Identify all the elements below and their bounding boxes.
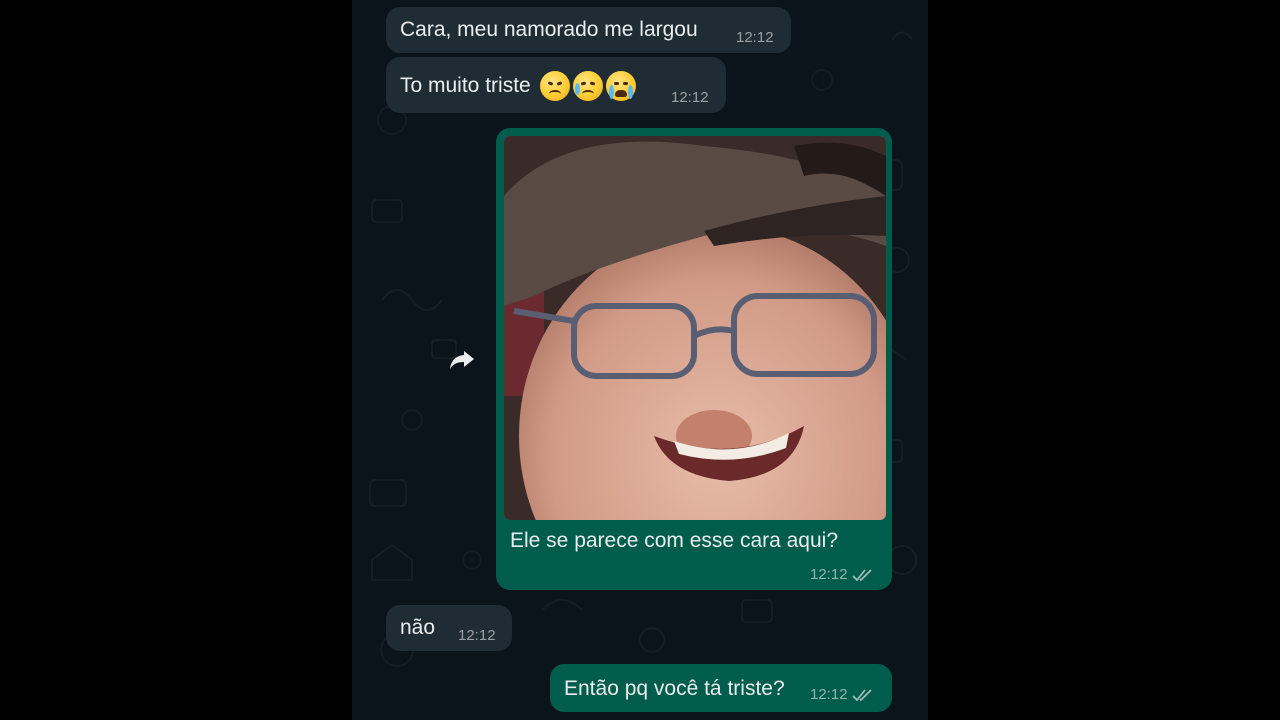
- forward-arrow-icon: [450, 351, 474, 369]
- chat-conversation[interactable]: Cara, meu namorado me largou 12:12 To mu…: [352, 0, 928, 720]
- message-image[interactable]: [504, 136, 886, 520]
- message-bubble-incoming[interactable]: To muito triste 12:12: [386, 57, 726, 113]
- double-check-icon: [851, 688, 874, 702]
- message-bubble-incoming[interactable]: não 12:12: [386, 605, 512, 651]
- message-time: 12:12: [458, 627, 496, 644]
- message-text-content: To muito triste: [400, 74, 531, 97]
- message-text: Cara, meu namorado me largou: [400, 18, 698, 41]
- forward-button[interactable]: [444, 342, 480, 378]
- message-time: 12:12: [810, 686, 874, 703]
- image-caption: Ele se parece com esse cara aqui?: [510, 529, 839, 552]
- photo-smiling-man-with-cap-and-glasses: [504, 136, 886, 520]
- disappointed-face-emoji: [539, 71, 570, 101]
- message-bubble-incoming[interactable]: Cara, meu namorado me largou 12:12: [386, 7, 791, 53]
- message-time: 12:12: [810, 566, 874, 583]
- sad-but-relieved-face-emoji: [572, 71, 603, 101]
- screen: Cara, meu namorado me largou 12:12 To mu…: [0, 0, 1280, 720]
- message-bubble-outgoing[interactable]: Então pq você tá triste? 12:12: [550, 664, 892, 712]
- message-time: 12:12: [736, 29, 774, 46]
- message-text: não: [400, 616, 436, 639]
- message-bubble-outgoing[interactable]: Ele se parece com esse cara aqui? 12:12: [496, 128, 892, 590]
- message-text: Então pq você tá triste?: [564, 677, 785, 700]
- message-time: 12:12: [671, 89, 709, 106]
- message-text: To muito triste: [400, 71, 636, 101]
- double-check-icon: [851, 568, 874, 582]
- loudly-crying-face-emoji: [605, 71, 636, 101]
